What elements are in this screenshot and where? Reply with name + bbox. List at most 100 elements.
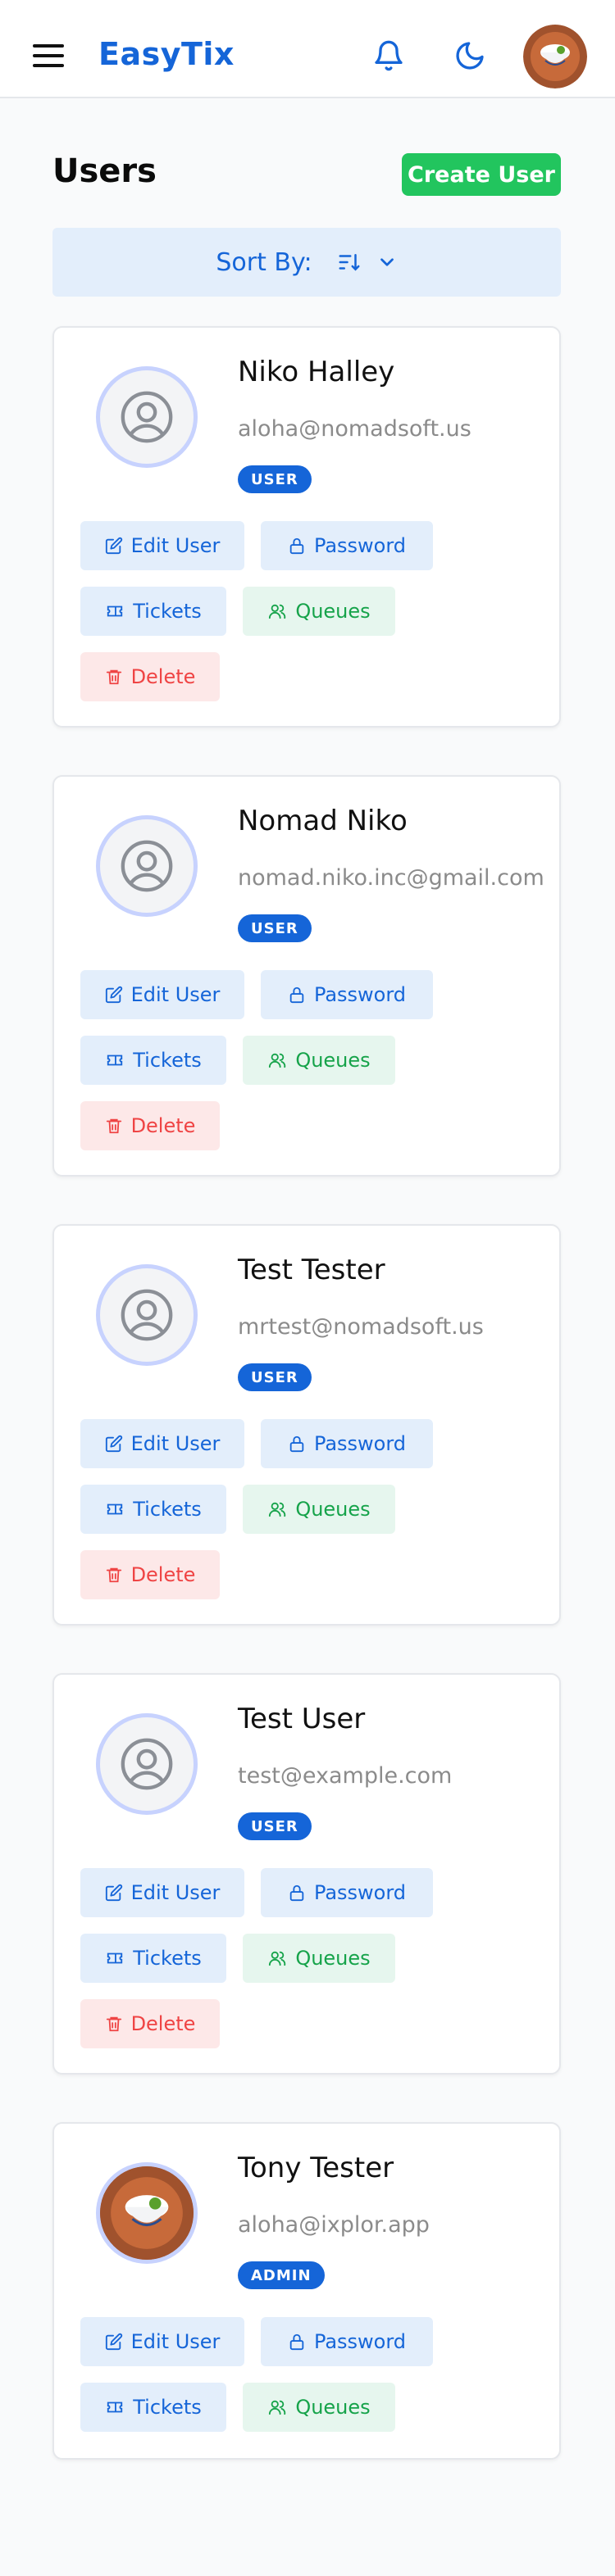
bell-icon[interactable] — [364, 31, 413, 80]
user-email: mrtest@nomadsoft.us — [238, 1314, 484, 1340]
page-title: Users — [52, 152, 157, 190]
delete-label: Delete — [130, 665, 196, 688]
trash-icon — [106, 2016, 121, 2032]
ticket-icon — [107, 605, 123, 617]
edit-icon — [105, 2333, 122, 2351]
queues-button[interactable]: Queues — [243, 1036, 395, 1085]
tickets-button[interactable]: Tickets — [80, 587, 226, 636]
delete-label: Delete — [130, 2012, 196, 2035]
delete-label: Delete — [130, 1114, 196, 1137]
user-avatar-placeholder-icon — [100, 1268, 194, 1362]
queues-button[interactable]: Queues — [243, 1934, 395, 1983]
password-label: Password — [313, 1432, 407, 1455]
user-name: Test Tester — [238, 1254, 385, 1286]
user-email: nomad.niko.inc@gmail.com — [238, 865, 544, 891]
tickets-label: Tickets — [133, 1049, 202, 1072]
password-button[interactable]: Password — [261, 1419, 433, 1468]
user-name: Tony Tester — [238, 2152, 394, 2184]
password-button[interactable]: Password — [261, 521, 433, 570]
queues-label: Queues — [295, 1049, 371, 1072]
trash-icon — [106, 1567, 121, 1583]
edit-user-button[interactable]: Edit User — [80, 1419, 244, 1468]
password-label: Password — [313, 534, 407, 557]
user-email: aloha@ixplor.app — [238, 2212, 430, 2238]
edit-icon — [105, 1884, 122, 1902]
queues-button[interactable]: Queues — [243, 1485, 395, 1534]
edit-user-button[interactable]: Edit User — [80, 970, 244, 1019]
chevron-down-icon — [376, 252, 398, 273]
ticket-icon — [107, 1503, 123, 1515]
password-button[interactable]: Password — [261, 1868, 433, 1917]
role-badge: ADMIN — [238, 2261, 325, 2289]
edit-user-label: Edit User — [130, 1881, 221, 1904]
user-card: Niko Halley aloha@nomadsoft.us USER Edit… — [52, 326, 561, 728]
user-avatar-placeholder-icon — [100, 1717, 194, 1811]
password-label: Password — [313, 1881, 407, 1904]
user-avatar[interactable] — [523, 25, 587, 88]
role-badge: USER — [238, 465, 312, 493]
lock-icon — [289, 1884, 304, 1902]
sort-control[interactable]: Sort By: — [52, 228, 561, 297]
user-email: test@example.com — [238, 1763, 453, 1789]
edit-user-button[interactable]: Edit User — [80, 521, 244, 570]
edit-user-label: Edit User — [130, 2330, 221, 2353]
menu-icon[interactable] — [33, 44, 64, 67]
user-name: Nomad Niko — [238, 805, 408, 837]
user-photo-avatar — [100, 2166, 194, 2260]
top-bar: EasyTix — [0, 0, 615, 98]
user-avatar-placeholder-icon — [100, 819, 194, 913]
user-card: Nomad Niko nomad.niko.inc@gmail.com USER… — [52, 775, 561, 1177]
queues-label: Queues — [295, 1498, 371, 1521]
queues-label: Queues — [295, 1947, 371, 1970]
sort-label: Sort By: — [216, 247, 312, 277]
tickets-button[interactable]: Tickets — [80, 1934, 226, 1983]
tickets-label: Tickets — [133, 600, 202, 623]
tickets-button[interactable]: Tickets — [80, 1036, 226, 1085]
tickets-label: Tickets — [133, 1498, 202, 1521]
ticket-icon — [107, 1952, 123, 1964]
queues-button[interactable]: Queues — [243, 587, 395, 636]
moon-icon[interactable] — [445, 31, 494, 80]
tickets-label: Tickets — [133, 1947, 202, 1970]
user-name: Test User — [238, 1703, 366, 1735]
user-card: Test User test@example.com USER Edit Use… — [52, 1673, 561, 2075]
brand-logo[interactable]: EasyTix — [98, 36, 235, 72]
edit-user-button[interactable]: Edit User — [80, 1868, 244, 1917]
edit-icon — [105, 1435, 122, 1453]
trash-icon — [106, 1118, 121, 1134]
ticket-icon — [107, 1054, 123, 1066]
delete-button[interactable]: Delete — [80, 652, 220, 701]
users-icon — [269, 1951, 286, 1966]
delete-label: Delete — [130, 1563, 196, 1586]
password-label: Password — [313, 2330, 407, 2353]
tickets-button[interactable]: Tickets — [80, 2383, 226, 2432]
lock-icon — [289, 537, 304, 555]
create-user-button[interactable]: Create User — [402, 153, 561, 196]
edit-user-button[interactable]: Edit User — [80, 2317, 244, 2366]
delete-button[interactable]: Delete — [80, 1550, 220, 1599]
queues-label: Queues — [295, 2396, 371, 2419]
user-name: Niko Halley — [238, 356, 395, 388]
delete-button[interactable]: Delete — [80, 1101, 220, 1150]
delete-button[interactable]: Delete — [80, 1999, 220, 2048]
users-icon — [269, 2400, 286, 2415]
password-button[interactable]: Password — [261, 2317, 433, 2366]
user-email: aloha@nomadsoft.us — [238, 416, 472, 442]
tickets-label: Tickets — [133, 2396, 202, 2419]
queues-button[interactable]: Queues — [243, 2383, 395, 2432]
edit-icon — [105, 537, 122, 555]
edit-user-label: Edit User — [130, 983, 221, 1006]
lock-icon — [289, 1435, 304, 1453]
trash-icon — [106, 669, 121, 685]
role-badge: USER — [238, 1812, 312, 1840]
tickets-button[interactable]: Tickets — [80, 1485, 226, 1534]
edit-user-label: Edit User — [130, 534, 221, 557]
password-label: Password — [313, 983, 407, 1006]
lock-icon — [289, 2333, 304, 2351]
users-icon — [269, 1502, 286, 1517]
password-button[interactable]: Password — [261, 970, 433, 1019]
role-badge: USER — [238, 914, 312, 942]
user-card: Test Tester mrtest@nomadsoft.us USER Edi… — [52, 1224, 561, 1626]
edit-user-label: Edit User — [130, 1432, 221, 1455]
users-icon — [269, 1053, 286, 1068]
